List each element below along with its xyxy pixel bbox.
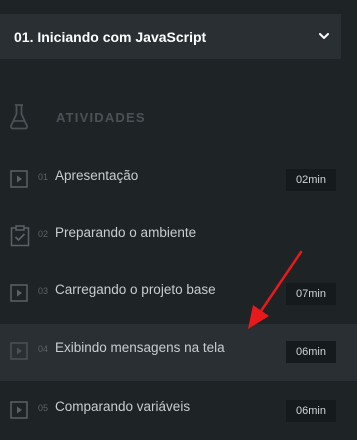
video-icon	[10, 342, 28, 360]
activity-number: 01	[38, 172, 49, 182]
duration-badge: 06min	[286, 341, 336, 363]
activity-title: Exibindo mensagens na tela	[55, 340, 225, 355]
video-icon	[10, 170, 28, 188]
flask-icon	[9, 104, 29, 135]
video-icon	[10, 401, 28, 419]
chevron-down-icon[interactable]	[319, 32, 329, 42]
activity-title: Comparando variáveis	[55, 399, 191, 414]
duration-badge: 02min	[286, 169, 336, 191]
activity-number: 04	[38, 344, 49, 354]
video-icon	[10, 284, 28, 302]
activity-item[interactable]: 05 Comparando variáveis 06min	[0, 383, 357, 440]
activity-item[interactable]: 03 Carregando o projeto base 07min	[0, 266, 357, 323]
activity-number: 02	[38, 229, 49, 239]
duration-badge: 07min	[286, 283, 336, 305]
activity-item[interactable]: 01 Apresentação 02min	[0, 152, 357, 209]
activities-section-header: ATIVIDADES	[0, 100, 341, 134]
activity-item-active[interactable]: 04 Exibindo mensagens na tela 06min	[0, 324, 357, 381]
chapter-header[interactable]: 01. Iniciando com JavaScript	[0, 14, 341, 59]
activity-title: Preparando o ambiente	[55, 225, 197, 240]
activity-item[interactable]: 02 Preparando o ambiente	[0, 209, 357, 266]
activity-title: Apresentação	[55, 168, 139, 183]
chapter-title: 01. Iniciando com JavaScript	[14, 28, 207, 45]
activity-number: 05	[38, 403, 49, 413]
activity-title: Carregando o projeto base	[55, 282, 216, 297]
checklist-icon	[10, 225, 30, 247]
section-label: ATIVIDADES	[56, 110, 146, 125]
activity-number: 03	[38, 286, 49, 296]
duration-badge: 06min	[286, 400, 336, 422]
